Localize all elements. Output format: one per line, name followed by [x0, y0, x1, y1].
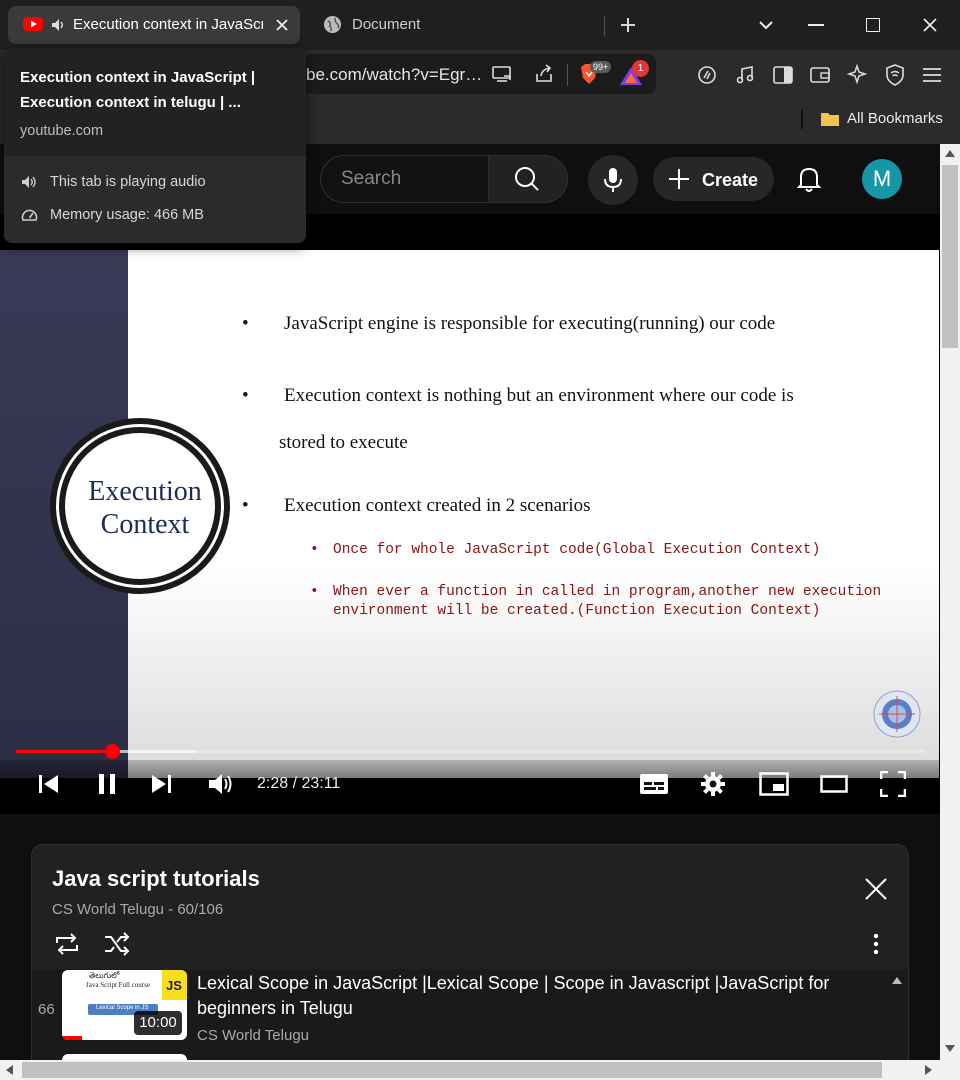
thumb-js-label: JS — [166, 978, 182, 993]
horizontal-scroll-thumb[interactable] — [22, 1062, 882, 1078]
thumb-watched-bar — [62, 1036, 82, 1040]
shuffle-icon[interactable] — [103, 932, 131, 956]
pause-icon[interactable] — [97, 773, 117, 795]
miniplayer-icon[interactable] — [759, 772, 789, 796]
audio-playing-icon — [21, 174, 37, 190]
time-display: 2:28 / 23:11 — [257, 775, 341, 792]
menu-icon[interactable] — [922, 67, 942, 83]
slide-sub-point-1: Once for whole JavaScript code(Global Ex… — [333, 542, 821, 558]
leo-ai-icon[interactable] — [697, 65, 717, 85]
vpn-shield-icon[interactable] — [885, 64, 905, 86]
loop-icon[interactable] — [53, 932, 81, 956]
close-playlist-icon[interactable] — [864, 877, 888, 901]
progress-scrubber[interactable] — [105, 744, 120, 759]
channel-watermark-logo-icon — [873, 690, 921, 738]
address-divider — [567, 64, 568, 86]
youtube-favicon-icon — [23, 16, 43, 32]
slide-sub-point-2-line-1: When ever a function in called in progra… — [333, 584, 882, 600]
hover-card-memory-text: Memory usage: 466 MB — [50, 207, 204, 223]
playlist-item-channel[interactable]: CS World Telugu — [197, 1027, 309, 1044]
thumb-course-text: Java Script Full course — [86, 981, 150, 989]
tab-title: Execution context in JavaScr — [73, 16, 263, 33]
sparkle-icon[interactable] — [847, 64, 867, 84]
playlist-title[interactable]: Java script tutorials — [52, 866, 260, 892]
bullet-3: • — [242, 495, 249, 516]
search-placeholder: Search — [341, 168, 402, 189]
vertical-scroll-thumb[interactable] — [942, 165, 958, 348]
playlist-subtitle[interactable]: CS World Telugu - 60/106 — [52, 901, 223, 918]
hover-card-audio-text: This tab is playing audio — [50, 174, 206, 190]
bookmarks-divider — [801, 109, 803, 129]
slide-point-1: JavaScript engine is responsible for exe… — [284, 313, 776, 334]
hover-card-title-line-1: Execution context in JavaScript | — [20, 69, 256, 86]
sub-bullet-2: • — [310, 584, 319, 600]
plus-icon — [668, 168, 690, 190]
folder-icon — [820, 110, 840, 127]
player-controls — [0, 760, 940, 814]
scroll-right-arrow-icon[interactable] — [925, 1065, 932, 1075]
notifications-bell-icon[interactable] — [797, 165, 821, 193]
scroll-up-arrow-icon[interactable] — [945, 150, 955, 157]
speaker-icon[interactable] — [50, 17, 66, 33]
rewards-badge: 1 — [632, 60, 649, 77]
previous-icon[interactable] — [38, 773, 60, 795]
shield-count-badge: 99+ — [590, 61, 612, 73]
url-text[interactable]: be.com/watch?v=Egr… — [306, 65, 482, 85]
tab-divider — [604, 16, 605, 36]
microphone-icon — [603, 167, 623, 193]
circle-title-line-2: Context — [100, 509, 190, 540]
wallet-icon[interactable] — [810, 66, 830, 84]
slide-point-2-line-2: stored to execute — [279, 432, 408, 453]
maximize-icon[interactable] — [866, 18, 880, 32]
settings-gear-icon[interactable] — [700, 771, 726, 797]
playlist-scroll-up-icon[interactable] — [892, 977, 902, 984]
slide-point-3: Execution context created in 2 scenarios — [284, 495, 591, 516]
minimize-icon[interactable] — [808, 24, 824, 26]
close-tab-icon[interactable] — [274, 17, 290, 33]
tab-document[interactable]: Document — [352, 16, 420, 33]
tab-search-chevron-icon[interactable] — [758, 18, 774, 32]
scroll-down-arrow-icon[interactable] — [945, 1045, 955, 1052]
sidebar-icon[interactable] — [773, 66, 793, 84]
slide-sub-point-2-line-2: environment will be created.(Function Ex… — [333, 603, 821, 619]
new-tab-icon[interactable] — [619, 16, 637, 34]
bullet-1: • — [242, 313, 249, 334]
volume-icon[interactable] — [207, 772, 235, 796]
subtitles-icon[interactable] — [639, 772, 669, 796]
more-options-icon[interactable] — [872, 933, 880, 955]
close-window-icon[interactable] — [922, 17, 938, 33]
search-icon — [514, 166, 540, 192]
share-icon[interactable] — [534, 64, 554, 84]
progress-played — [16, 750, 112, 753]
duration-badge: 10:00 — [134, 1011, 182, 1035]
hover-card-domain: youtube.com — [20, 123, 104, 139]
circle-title-line-1: Execution — [88, 476, 202, 507]
playlist-item-title-line-1[interactable]: Lexical Scope in JavaScript |Lexical Sco… — [197, 971, 887, 996]
fullscreen-icon[interactable] — [880, 771, 906, 797]
create-label: Create — [702, 170, 759, 190]
bullet-2: • — [242, 385, 249, 406]
avatar[interactable]: M — [862, 159, 902, 199]
playlist-item-title-line-2[interactable]: beginners in Telugu — [197, 996, 353, 1021]
all-bookmarks-link[interactable]: All Bookmarks — [847, 110, 943, 127]
playlist-item-index: 66 — [38, 1001, 55, 1018]
next-icon[interactable] — [150, 773, 172, 795]
cast-icon[interactable] — [491, 65, 513, 83]
memory-gauge-icon — [21, 207, 38, 223]
music-icon[interactable] — [735, 65, 755, 85]
hover-card-title-line-2: Execution context in telugu | ... — [20, 94, 241, 111]
theater-mode-icon[interactable] — [820, 775, 848, 793]
sub-bullet-1: • — [310, 542, 319, 558]
slide-point-2-line-1: Execution context is nothing but an envi… — [284, 385, 794, 406]
globe-icon — [323, 15, 342, 34]
scroll-left-arrow-icon[interactable] — [6, 1065, 13, 1075]
